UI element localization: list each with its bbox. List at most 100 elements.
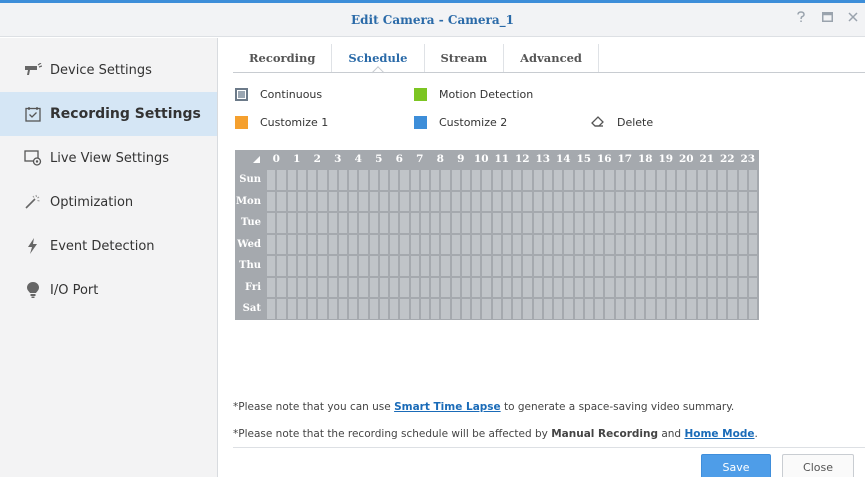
schedule-slot[interactable] bbox=[349, 277, 358, 297]
schedule-slot[interactable] bbox=[318, 299, 327, 319]
schedule-slot[interactable] bbox=[564, 213, 573, 233]
schedule-slot[interactable] bbox=[502, 191, 511, 211]
save-button[interactable]: Save bbox=[701, 454, 771, 477]
legend-customize-1[interactable]: Customize 1 bbox=[235, 116, 328, 129]
schedule-slot[interactable] bbox=[687, 191, 696, 211]
schedule-slot[interactable] bbox=[533, 234, 542, 254]
schedule-slot[interactable] bbox=[338, 256, 347, 276]
schedule-slot[interactable] bbox=[738, 256, 747, 276]
schedule-slot[interactable] bbox=[697, 256, 706, 276]
schedule-slot[interactable] bbox=[502, 170, 511, 190]
schedule-slot[interactable] bbox=[513, 277, 522, 297]
schedule-slot[interactable] bbox=[554, 170, 563, 190]
schedule-slot[interactable] bbox=[625, 299, 634, 319]
schedule-slot[interactable] bbox=[574, 234, 583, 254]
schedule-slot[interactable] bbox=[687, 277, 696, 297]
schedule-slot[interactable] bbox=[379, 299, 388, 319]
schedule-slot[interactable] bbox=[482, 234, 491, 254]
schedule-slot[interactable] bbox=[636, 277, 645, 297]
schedule-slot[interactable] bbox=[646, 256, 655, 276]
schedule-slot[interactable] bbox=[349, 191, 358, 211]
schedule-slot[interactable] bbox=[492, 213, 501, 233]
schedule-slot[interactable] bbox=[748, 191, 757, 211]
schedule-slot[interactable] bbox=[728, 277, 737, 297]
schedule-slot[interactable] bbox=[379, 170, 388, 190]
schedule-slot[interactable] bbox=[666, 299, 675, 319]
schedule-slot[interactable] bbox=[308, 213, 317, 233]
schedule-slot[interactable] bbox=[697, 299, 706, 319]
schedule-slot[interactable] bbox=[513, 170, 522, 190]
schedule-slot[interactable] bbox=[472, 170, 481, 190]
schedule-slot[interactable] bbox=[718, 277, 727, 297]
schedule-slot[interactable] bbox=[697, 234, 706, 254]
schedule-slot[interactable] bbox=[400, 299, 409, 319]
schedule-slot[interactable] bbox=[707, 299, 716, 319]
schedule-slot[interactable] bbox=[543, 234, 552, 254]
schedule-slot[interactable] bbox=[513, 191, 522, 211]
schedule-slot[interactable] bbox=[461, 234, 470, 254]
schedule-slot[interactable] bbox=[523, 170, 532, 190]
schedule-slot[interactable] bbox=[523, 234, 532, 254]
schedule-slot[interactable] bbox=[338, 213, 347, 233]
schedule-slot[interactable] bbox=[666, 256, 675, 276]
schedule-slot[interactable] bbox=[605, 256, 614, 276]
schedule-slot[interactable] bbox=[390, 299, 399, 319]
schedule-slot[interactable] bbox=[431, 256, 440, 276]
schedule-slot[interactable] bbox=[451, 213, 460, 233]
schedule-slot[interactable] bbox=[277, 234, 286, 254]
schedule-slot[interactable] bbox=[379, 191, 388, 211]
schedule-slot[interactable] bbox=[646, 170, 655, 190]
schedule-slot[interactable] bbox=[492, 191, 501, 211]
schedule-slot[interactable] bbox=[523, 213, 532, 233]
schedule-slot[interactable] bbox=[523, 277, 532, 297]
schedule-slot[interactable] bbox=[400, 213, 409, 233]
schedule-slot[interactable] bbox=[584, 213, 593, 233]
home-mode-link[interactable]: Home Mode bbox=[684, 428, 754, 440]
schedule-slot[interactable] bbox=[738, 277, 747, 297]
hour-label-1[interactable]: 1 bbox=[287, 150, 308, 168]
sidebar-item-live-view-settings[interactable]: Live View Settings bbox=[0, 136, 217, 180]
schedule-slot[interactable] bbox=[297, 277, 306, 297]
schedule-slot[interactable] bbox=[338, 234, 347, 254]
schedule-slot[interactable] bbox=[359, 256, 368, 276]
tab-advanced[interactable]: Advanced bbox=[503, 44, 599, 72]
schedule-slot[interactable] bbox=[297, 170, 306, 190]
hour-label-8[interactable]: 8 bbox=[430, 150, 451, 168]
hour-label-23[interactable]: 23 bbox=[738, 150, 759, 168]
schedule-slot[interactable] bbox=[677, 234, 686, 254]
schedule-slot[interactable] bbox=[513, 213, 522, 233]
schedule-slot[interactable] bbox=[359, 170, 368, 190]
schedule-slot[interactable] bbox=[728, 170, 737, 190]
hour-label-0[interactable]: 0 bbox=[266, 150, 287, 168]
hour-label-21[interactable]: 21 bbox=[697, 150, 718, 168]
schedule-slot[interactable] bbox=[308, 191, 317, 211]
schedule-slot[interactable] bbox=[277, 299, 286, 319]
schedule-slot[interactable] bbox=[523, 299, 532, 319]
schedule-slot[interactable] bbox=[718, 191, 727, 211]
schedule-slot[interactable] bbox=[543, 256, 552, 276]
schedule-slot[interactable] bbox=[584, 191, 593, 211]
schedule-slot[interactable] bbox=[461, 256, 470, 276]
schedule-slot[interactable] bbox=[605, 170, 614, 190]
schedule-slot[interactable] bbox=[513, 256, 522, 276]
schedule-slot[interactable] bbox=[615, 277, 624, 297]
schedule-slot[interactable] bbox=[574, 299, 583, 319]
schedule-slot[interactable] bbox=[451, 170, 460, 190]
schedule-slot[interactable] bbox=[707, 191, 716, 211]
schedule-slot[interactable] bbox=[297, 256, 306, 276]
schedule-slot[interactable] bbox=[502, 213, 511, 233]
schedule-slot[interactable] bbox=[267, 213, 276, 233]
schedule-slot[interactable] bbox=[625, 277, 634, 297]
hour-label-11[interactable]: 11 bbox=[492, 150, 513, 168]
schedule-slot[interactable] bbox=[687, 170, 696, 190]
schedule-slot[interactable] bbox=[574, 170, 583, 190]
schedule-slot[interactable] bbox=[564, 234, 573, 254]
schedule-slot[interactable] bbox=[646, 234, 655, 254]
schedule-slot[interactable] bbox=[707, 277, 716, 297]
schedule-slot[interactable] bbox=[308, 299, 317, 319]
schedule-slot[interactable] bbox=[687, 299, 696, 319]
schedule-slot[interactable] bbox=[707, 234, 716, 254]
schedule-slot[interactable] bbox=[502, 256, 511, 276]
schedule-slot[interactable] bbox=[451, 256, 460, 276]
schedule-slot[interactable] bbox=[656, 277, 665, 297]
